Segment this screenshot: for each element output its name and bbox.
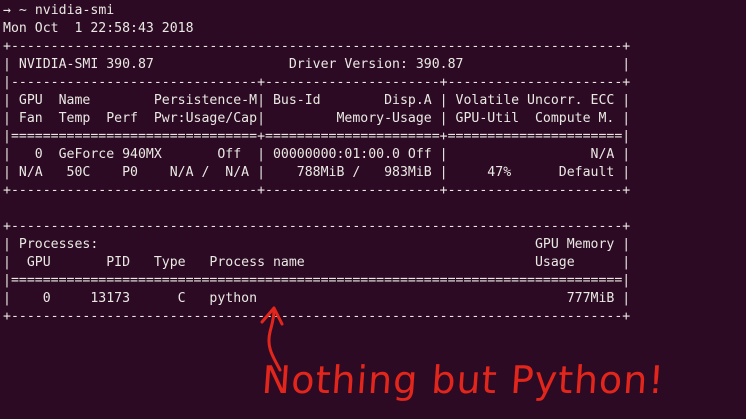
prompt-directory: ~ xyxy=(18,3,27,18)
table-row: | 0 13173 C python 777MiB | xyxy=(3,291,631,306)
table-row: +---------------------------------------… xyxy=(3,219,631,234)
prompt-arrow-icon: → xyxy=(3,3,11,18)
table-row: | GPU PID Type Process name Usage | xyxy=(3,255,631,270)
terminal-output: → ~ nvidia-smi Mon Oct 1 22:58:43 2018 +--… xyxy=(3,2,746,326)
table-row: +---------------------------------------… xyxy=(3,309,631,324)
table-row: | 0 GeForce 940MX Off | 00000000:01:00.0… xyxy=(3,147,631,162)
table-row: |-------------------------------+-------… xyxy=(3,75,631,90)
table-row: |=======================================… xyxy=(3,273,631,288)
table-row: |===============================+=======… xyxy=(3,129,631,144)
table-row: +-------------------------------+-------… xyxy=(3,183,631,198)
timestamp-line: Mon Oct 1 22:58:43 2018 xyxy=(3,21,194,36)
table-row xyxy=(3,200,746,218)
terminal-window[interactable]: → ~ nvidia-smi Mon Oct 1 22:58:43 2018 +--… xyxy=(0,0,746,419)
table-row: | N/A 50C P0 N/A / N/A | 788MiB / 983MiB… xyxy=(3,165,631,180)
prompt-command: nvidia-smi xyxy=(34,3,115,18)
table-row: | Fan Temp Perf Pwr:Usage/Cap| Memory-Us… xyxy=(3,111,631,126)
table-row: | NVIDIA-SMI 390.87 Driver Version: 390.… xyxy=(3,57,631,72)
table-row: +---------------------------------------… xyxy=(3,39,631,54)
table-row: | Processes: GPU Memory | xyxy=(3,237,631,252)
prompt-line: → ~ nvidia-smi xyxy=(3,2,746,20)
nvidia-smi-table: +---------------------------------------… xyxy=(3,38,746,326)
annotation-label: Nothing but Python! xyxy=(260,358,667,402)
table-row: | GPU Name Persistence-M| Bus-Id Disp.A … xyxy=(3,93,631,108)
